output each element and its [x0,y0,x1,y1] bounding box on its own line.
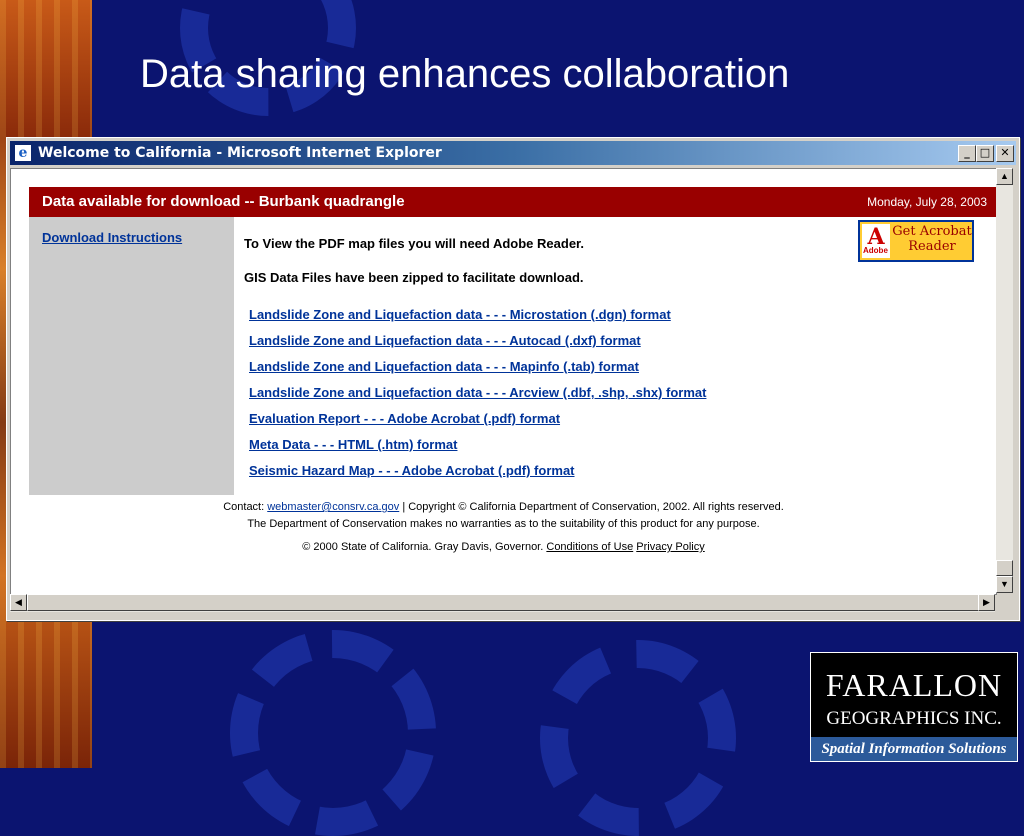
page-title: Data available for download -- Burbank q… [42,193,405,210]
page-content: Data available for download -- Burbank q… [10,168,997,595]
copyright-text: | Copyright © California Department of C… [402,501,784,513]
scroll-thumb[interactable] [996,560,1013,576]
state-text: © 2000 State of California. Gray Davis, … [302,541,544,553]
farallon-logo: FARALLON GEOGRAPHICS INC. Spatial Inform… [810,652,1018,762]
browser-window: e Welcome to California - Microsoft Inte… [6,137,1020,621]
logo-tagline: Spatial Information Solutions [811,737,1017,761]
seismic-hazard-map-link[interactable]: Seismic Hazard Map - - - Adobe Acrobat (… [249,463,706,489]
vertical-scrollbar[interactable]: ▲ ▼ [996,168,1013,593]
disclaimer-text: The Department of Conservation makes no … [247,518,760,530]
acrobat-badge-text: Get Acrobat Reader [892,224,972,254]
privacy-policy-link[interactable]: Privacy Policy [636,541,704,553]
logo-name: FARALLON [825,667,1003,703]
footer-state: © 2000 State of California. Gray Davis, … [11,541,996,553]
close-button[interactable]: ✕ [996,145,1014,162]
window-title: Welcome to California - Microsoft Intern… [38,145,442,161]
download-link-arcview[interactable]: Landslide Zone and Liquefaction data - -… [249,385,706,411]
header-date: Monday, July 28, 2003 [867,195,987,209]
conditions-of-use-link[interactable]: Conditions of Use [546,541,633,553]
scroll-left-icon[interactable]: ◀ [10,594,27,611]
contact-email-link[interactable]: webmaster@consrv.ca.gov [267,501,399,513]
footer-contact: Contact: webmaster@consrv.ca.gov | Copyr… [11,501,996,513]
download-instructions-link[interactable]: Download Instructions [42,230,182,245]
download-links: Landslide Zone and Liquefaction data - -… [249,307,706,489]
download-link-dxf[interactable]: Landslide Zone and Liquefaction data - -… [249,333,706,359]
minimize-button[interactable]: _ [958,145,976,162]
zip-note: GIS Data Files have been zipped to facil… [244,270,584,285]
adobe-brand: Adobe [863,246,888,255]
slide-title: Data sharing enhances collaboration [140,52,790,96]
meta-data-link[interactable]: Meta Data - - - HTML (.htm) format [249,437,706,463]
get-acrobat-reader-button[interactable]: A Adobe Get Acrobat Reader [858,220,974,262]
internet-explorer-icon: e [15,145,31,161]
download-link-dgn[interactable]: Landslide Zone and Liquefaction data - -… [249,307,706,333]
evaluation-report-link[interactable]: Evaluation Report - - - Adobe Acrobat (.… [249,411,706,437]
download-link-tab[interactable]: Landslide Zone and Liquefaction data - -… [249,359,706,385]
background-gear [540,640,736,836]
page-header: Data available for download -- Burbank q… [29,187,997,217]
contact-label: Contact: [223,501,265,513]
acrobat-badge-line2: Reader [908,239,956,254]
adobe-reader-note: To View the PDF map files you will need … [244,236,584,251]
window-titlebar[interactable]: e Welcome to California - Microsoft Inte… [10,141,1016,165]
background-gear [230,630,436,836]
maximize-button[interactable]: □ [976,145,994,162]
scroll-down-icon[interactable]: ▼ [996,576,1013,593]
sidebar: Download Instructions [29,217,234,495]
acrobat-badge-line1: Get Acrobat [892,224,972,239]
logo-company: GEOGRAPHICS INC. [826,708,1002,729]
horizontal-scrollbar[interactable]: ◀ ▶ [10,594,995,612]
scroll-up-icon[interactable]: ▲ [996,168,1013,185]
horizontal-scroll-thumb[interactable] [27,594,979,611]
scroll-right-icon[interactable]: ▶ [978,594,995,611]
